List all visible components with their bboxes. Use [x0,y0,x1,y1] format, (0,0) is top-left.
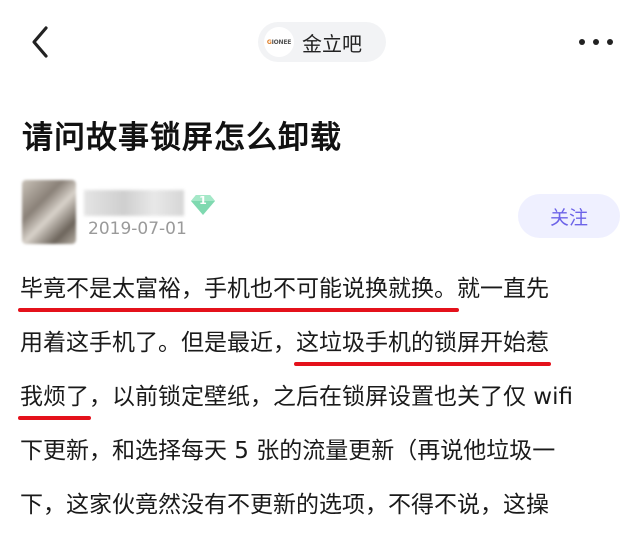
chevron-left-icon [32,26,48,58]
post-content: 毕竟不是太富裕，手机也不可能说换就换。就一直先 用着这手机了。但是最近，这垃圾手… [18,272,630,542]
level-number: 1 [199,194,207,207]
more-dots-icon [579,39,613,45]
content-line: 我烦了，以前锁定壁纸，之后在锁屏设置也关了仅 wifi [18,380,630,434]
forum-logo-text: GIONEE [266,38,292,46]
forum-link[interactable]: GIONEE 金立吧 [258,22,386,62]
highlighted-text: 这垃圾手机的锁屏开始惹 [294,326,551,366]
back-button[interactable] [22,22,62,62]
post-date: 2019-07-01 [88,219,187,239]
forum-name: 金立吧 [302,31,362,56]
username-blurred[interactable] [84,190,184,216]
content-line: 用着这手机了。但是最近，这垃圾手机的锁屏开始惹 [20,326,630,380]
text-segment: 就一直先 [457,276,549,302]
text-segment: 下，这家伙竟然没有不更新的选项，不得不说，这操 [20,492,549,518]
highlighted-text: 我烦了 [18,380,91,420]
content-line: 下，这家伙竟然没有不更新的选项，不得不说，这操 [20,488,630,542]
avatar[interactable] [22,180,76,244]
text-segment: ，以前锁定壁纸，之后在锁屏设置也关了仅 wifi [89,384,573,410]
post-title: 请问故事锁屏怎么卸载 [22,120,342,156]
top-bar: GIONEE 金立吧 [0,0,640,84]
content-line: 毕竟不是太富裕，手机也不可能说换就换。就一直先 [18,272,630,326]
more-button[interactable] [574,26,618,58]
text-segment: 用着这手机了。但是最近， [20,330,296,356]
highlighted-text: 毕竟不是太富裕，手机也不可能说换就换。 [18,272,459,312]
text-segment: 下更新，和选择每天 5 张的流量更新（再说他垃圾一 [20,438,556,464]
follow-button[interactable]: 关注 [518,194,620,238]
forum-logo: GIONEE [264,27,294,57]
content-line: 下更新，和选择每天 5 张的流量更新（再说他垃圾一 [20,434,630,488]
